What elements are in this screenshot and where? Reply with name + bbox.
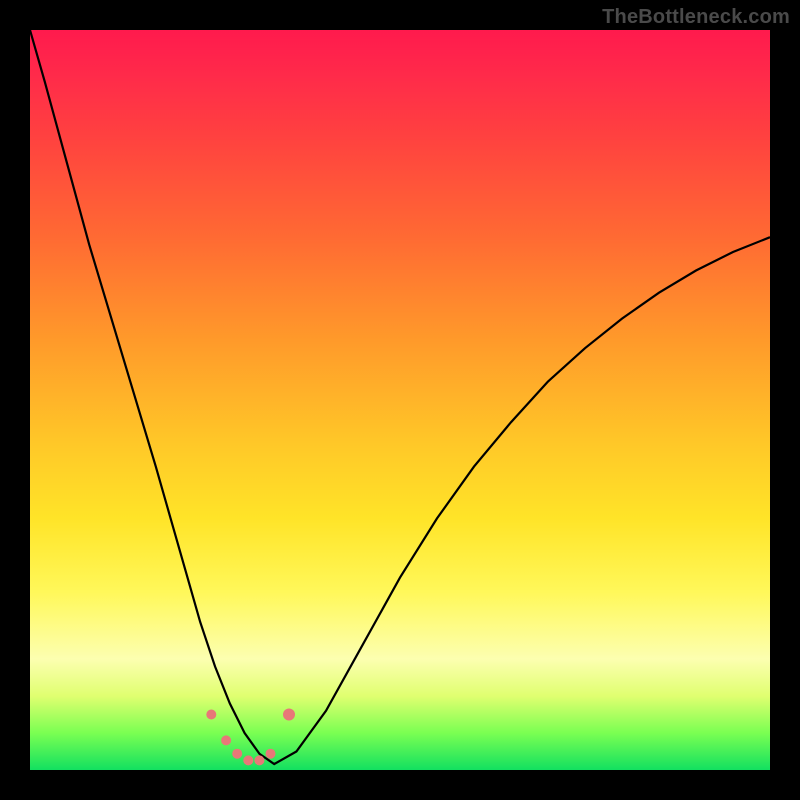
curve-layer (30, 30, 770, 770)
highlight-point (254, 755, 264, 765)
plot-area (30, 30, 770, 770)
chart-frame: TheBottleneck.com (0, 0, 800, 800)
highlight-point (266, 749, 276, 759)
watermark-text: TheBottleneck.com (602, 6, 790, 29)
highlight-point (206, 710, 216, 720)
highlight-point (221, 735, 231, 745)
highlight-markers (206, 709, 295, 766)
highlight-point (283, 709, 295, 721)
highlight-point (243, 755, 253, 765)
highlight-point (232, 749, 242, 759)
bottleneck-curve (30, 30, 770, 764)
